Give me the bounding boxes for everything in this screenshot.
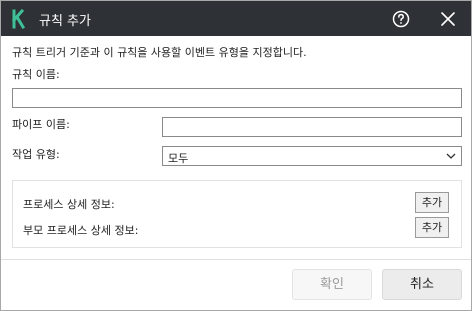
close-icon[interactable] (437, 8, 459, 30)
operation-type-value: 모두 (168, 152, 189, 165)
footer-divider (1, 259, 471, 260)
kaspersky-logo (11, 9, 26, 29)
pipe-name-label: 파이프 이름: (12, 118, 70, 131)
dialog-title: 규칙 추가 (39, 14, 91, 29)
operation-type-select[interactable]: 모두 (162, 146, 462, 166)
add-process-details-button[interactable]: 추가 (415, 192, 449, 213)
parent-process-details-label: 부모 프로세스 상세 정보: (23, 224, 139, 237)
process-details-label: 프로세스 상세 정보: (23, 198, 115, 211)
help-circle-icon[interactable] (391, 9, 411, 29)
ok-button[interactable]: 확인 (292, 269, 372, 300)
rule-name-label: 규칙 이름: (12, 68, 60, 81)
add-parent-process-details-button[interactable]: 추가 (415, 217, 449, 238)
process-details-panel: 프로세스 상세 정보: 추가 부모 프로세스 상세 정보: 추가 (12, 180, 462, 248)
rule-name-input[interactable] (12, 88, 462, 108)
cancel-button[interactable]: 취소 (382, 269, 462, 300)
title-bar: 규칙 추가 (1, 1, 471, 36)
dialog-description: 규칙 트리거 기준과 이 규칙을 사용할 이벤트 유형을 지정합니다. (12, 46, 307, 59)
chevron-down-icon (446, 153, 456, 159)
operation-type-label: 작업 유형: (12, 148, 60, 161)
add-rule-dialog: 규칙 추가 규칙 트리거 기준과 이 규칙을 사용할 이벤트 유형을 지정합니다… (0, 0, 472, 311)
pipe-name-input[interactable] (162, 117, 462, 137)
